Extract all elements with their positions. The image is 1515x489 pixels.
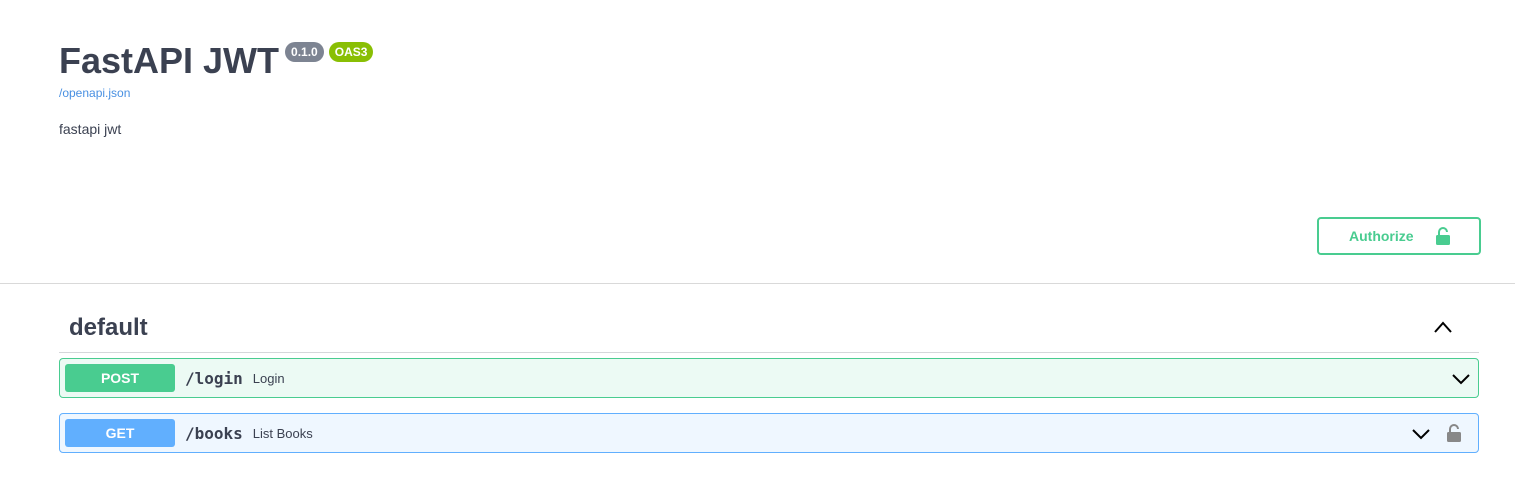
oas-badge: OAS3 xyxy=(328,42,374,62)
method-badge: GET xyxy=(65,419,175,447)
authorize-button[interactable]: Authorize xyxy=(1317,217,1481,255)
operations-section-default: default POST /login Login GET /books Lis… xyxy=(59,300,1479,453)
lock-icon[interactable] xyxy=(1446,423,1462,443)
operation-summary: Login xyxy=(252,370,285,386)
operation-summary: List Books xyxy=(252,425,313,441)
api-description: fastapi jwt xyxy=(59,121,122,137)
chevron-down-icon[interactable] xyxy=(1452,372,1470,385)
section-header[interactable]: default xyxy=(59,300,1479,353)
method-badge: POST xyxy=(65,364,175,392)
title-row: FastAPI JWT 0.1.0 OAS3 xyxy=(59,40,374,82)
api-info-header: FastAPI JWT 0.1.0 OAS3 /openapi.json fas… xyxy=(0,0,1515,284)
version-badge: 0.1.0 xyxy=(285,42,324,62)
operation-path: /books xyxy=(185,423,243,443)
openapi-spec-link[interactable]: /openapi.json xyxy=(59,86,130,100)
section-title: default xyxy=(69,314,148,341)
authorize-label: Authorize xyxy=(1349,228,1414,244)
api-title: FastAPI JWT xyxy=(59,40,280,81)
chevron-down-icon[interactable] xyxy=(1412,427,1430,440)
chevron-up-icon[interactable] xyxy=(1433,320,1453,334)
operation-path: /login xyxy=(185,368,243,388)
unlocked-lock-icon xyxy=(1435,227,1450,245)
operation-post-login[interactable]: POST /login Login xyxy=(59,358,1479,398)
operation-get-books[interactable]: GET /books List Books xyxy=(59,413,1479,453)
